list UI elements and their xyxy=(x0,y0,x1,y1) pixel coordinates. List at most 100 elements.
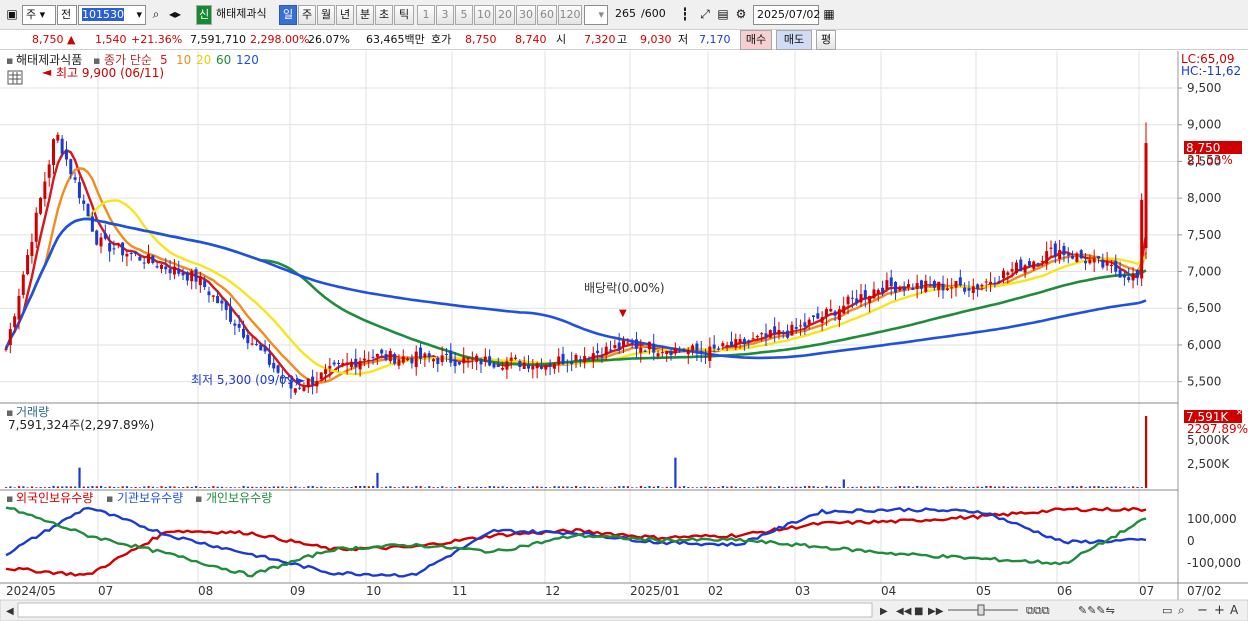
stop-icon[interactable]: ■ xyxy=(914,606,923,617)
plus-icon[interactable]: + xyxy=(1214,603,1225,618)
code-input[interactable]: 101530 ▾ xyxy=(78,5,146,25)
stock-chart[interactable]: ▪ 해태제과식품 ▪ 종가 단순 5 10 20 60 120 ◄ 최고 9,9… xyxy=(0,51,1248,621)
volume-bar xyxy=(937,487,940,488)
candle-body xyxy=(1040,261,1044,263)
rewind-icon[interactable]: ◀◀ xyxy=(896,606,912,617)
date-input[interactable]: 2025/07/02 xyxy=(753,5,820,25)
candle-body xyxy=(272,362,276,369)
volume-bar xyxy=(251,486,254,488)
volume-bar xyxy=(393,487,396,488)
interval-3[interactable]: 3 xyxy=(436,5,454,25)
volume-bar xyxy=(838,486,841,488)
draw-tool-icon[interactable]: ⤢ xyxy=(696,5,714,25)
drawing-tools-icon[interactable]: ✎✎✎⇋ xyxy=(1078,604,1115,617)
volume-bar xyxy=(1088,486,1092,488)
inst-legend: 기관보유수량 xyxy=(117,491,183,505)
volume-title: 거래량 xyxy=(16,405,49,419)
code-value: 101530 xyxy=(82,8,124,21)
buy-button[interactable]: 매수 xyxy=(740,30,772,50)
candle-body xyxy=(773,326,777,334)
interval-5[interactable]: 5 xyxy=(455,5,473,25)
candle-body xyxy=(185,272,189,281)
candle-body xyxy=(1127,277,1131,281)
candle-body xyxy=(855,298,859,304)
interval-120[interactable]: 120 xyxy=(558,5,582,25)
interval-60[interactable]: 60 xyxy=(537,5,557,25)
candle-body xyxy=(980,284,984,287)
candle-body xyxy=(172,266,176,275)
candle-body xyxy=(630,342,634,344)
minus-icon[interactable]: − xyxy=(1197,603,1208,618)
volume-bar xyxy=(233,487,237,488)
candle-body xyxy=(747,340,751,343)
scroll-left-icon[interactable]: ◀ xyxy=(6,606,14,617)
trade-amount: 63,465백만 xyxy=(366,33,425,46)
prev-select[interactable]: 전 xyxy=(57,5,77,25)
volume-bar xyxy=(402,486,405,488)
count-input[interactable]: 265 xyxy=(612,5,638,25)
volume-bar xyxy=(929,486,932,488)
volume-bar xyxy=(1050,487,1053,488)
high-note: 최고 9,900 (06/11) xyxy=(56,66,164,80)
calendar-icon[interactable]: ▦ xyxy=(820,5,838,25)
high-label: 고 xyxy=(617,33,628,46)
candle-body xyxy=(263,346,267,352)
save-icon[interactable]: ▤ xyxy=(714,5,732,25)
period-day[interactable]: 일 xyxy=(279,5,297,25)
volume-bar xyxy=(22,486,25,488)
volume-bar xyxy=(1028,486,1031,488)
interval-30[interactable]: 30 xyxy=(516,5,536,25)
close-icon[interactable]: ✕ xyxy=(1236,408,1243,417)
market-select[interactable]: 주 ▾ xyxy=(22,5,56,25)
interval-10[interactable]: 10 xyxy=(474,5,494,25)
candle-body xyxy=(941,283,945,291)
speaker-icon[interactable]: ◂▸ xyxy=(166,5,184,25)
period-tick[interactable]: 틱 xyxy=(394,5,414,25)
candle-body xyxy=(915,283,919,290)
volume-bar xyxy=(268,486,271,488)
zoom-slider-thumb[interactable] xyxy=(977,604,985,616)
candle-body xyxy=(721,343,725,347)
table-icon[interactable] xyxy=(7,70,23,85)
candle-body xyxy=(812,315,815,318)
candle-body xyxy=(276,365,280,373)
candle-body xyxy=(393,353,397,364)
screen-icon[interactable]: ▭ xyxy=(1162,604,1172,617)
auto-icon[interactable]: A xyxy=(1230,603,1239,617)
volume-bar xyxy=(907,486,910,488)
candle-body xyxy=(1097,256,1100,259)
interval-1[interactable]: 1 xyxy=(417,5,435,25)
fast-forward-icon[interactable]: ▶▶ xyxy=(928,606,944,617)
candle-body xyxy=(1135,270,1139,278)
period-second[interactable]: 초 xyxy=(375,5,393,25)
scroll-right-icon[interactable]: ▶ xyxy=(880,606,888,617)
zoom-icon[interactable]: ⌕ xyxy=(1178,603,1185,617)
up-arrow-icon: ▲ xyxy=(67,33,76,46)
period-minute[interactable]: 분 xyxy=(356,5,374,25)
scroll-track[interactable] xyxy=(17,602,873,618)
search-icon[interactable]: ⌕ xyxy=(147,5,165,25)
gear-icon[interactable]: ⚙ xyxy=(732,5,750,25)
volume-bar xyxy=(959,486,962,488)
new-badge[interactable]: 신 xyxy=(196,5,212,25)
volume-bar xyxy=(302,487,306,488)
volume-bar xyxy=(765,486,768,488)
volume-bar xyxy=(544,487,547,488)
volume-bar xyxy=(1136,486,1139,488)
interval-20[interactable]: 20 xyxy=(495,5,515,25)
eval-button[interactable]: 평 xyxy=(816,30,836,50)
candle-body xyxy=(518,360,522,367)
period-week[interactable]: 주 xyxy=(298,5,316,25)
candle-body xyxy=(453,359,457,367)
volume-bar xyxy=(903,486,906,488)
interval-input[interactable]: ▾ xyxy=(584,5,608,25)
candle-type-icon[interactable]: ┇ xyxy=(676,5,694,25)
layout-icon[interactable]: ⧉⧉⧉ xyxy=(1026,604,1050,617)
chevron-down-icon[interactable]: ▾ xyxy=(136,6,142,24)
period-year[interactable]: 년 xyxy=(336,5,354,25)
sell-button[interactable]: 매도 xyxy=(776,30,812,50)
volume-bar xyxy=(346,487,349,488)
candle-body xyxy=(151,255,155,264)
window-icon[interactable]: ▣ xyxy=(3,5,21,25)
period-month[interactable]: 월 xyxy=(317,5,335,25)
